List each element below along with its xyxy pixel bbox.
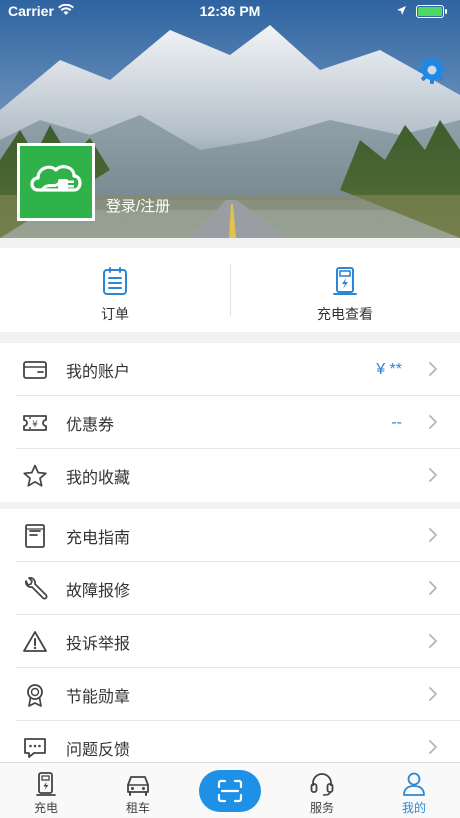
menu-row-charging-guide[interactable]: 充电指南 bbox=[0, 509, 460, 562]
tab-label: 租车 bbox=[125, 801, 150, 815]
menu-label: 充电指南 bbox=[66, 529, 131, 547]
menu-label: 优惠券 bbox=[66, 416, 115, 434]
service-menu-group: 充电指南 故障报修 投诉举报 节能勋章 问题反馈 bbox=[0, 509, 460, 774]
tab-car-rental[interactable]: 租车 bbox=[92, 763, 184, 818]
guide-book-icon bbox=[25, 524, 45, 548]
avatar[interactable] bbox=[17, 143, 95, 221]
charging-pile-icon bbox=[333, 267, 357, 295]
quick-actions: 订单 充电查看 bbox=[0, 248, 460, 332]
cloud-plug-logo-icon bbox=[30, 165, 82, 192]
tab-label: 服务 bbox=[309, 801, 334, 815]
status-bar: Carrier 12:36 PM bbox=[0, 0, 460, 24]
login-register-link[interactable]: 登录/注册 bbox=[106, 195, 170, 216]
charging-view-button[interactable]: 充电查看 bbox=[230, 248, 460, 332]
coupon-ticket-icon: ¥ bbox=[23, 415, 47, 431]
order-label: 订单 bbox=[101, 306, 129, 322]
medal-icon bbox=[27, 684, 43, 707]
tab-service[interactable]: 服务 bbox=[276, 763, 368, 818]
menu-row-favorites[interactable]: 我的收藏 bbox=[0, 449, 460, 502]
menu-label: 我的账户 bbox=[66, 363, 131, 381]
person-icon bbox=[403, 772, 425, 796]
chevron-right-icon bbox=[429, 362, 437, 376]
menu-row-my-account[interactable]: 我的账户 ¥ ** bbox=[0, 343, 460, 396]
tab-mine[interactable]: 我的 bbox=[368, 763, 460, 818]
clock: 12:36 PM bbox=[199, 3, 261, 19]
charger-icon bbox=[36, 772, 56, 796]
menu-label: 问题反馈 bbox=[66, 741, 131, 759]
menu-row-coupons[interactable]: ¥ 优惠券 -- bbox=[0, 396, 460, 449]
scan-button[interactable] bbox=[199, 770, 261, 812]
account-menu-group: 我的账户 ¥ ** ¥ 优惠券 -- 我的收藏 bbox=[0, 343, 460, 502]
charging-view-label: 充电查看 bbox=[317, 306, 373, 322]
battery-icon bbox=[416, 5, 444, 18]
svg-text:¥: ¥ bbox=[32, 420, 38, 430]
menu-row-complaint[interactable]: 投诉举报 bbox=[0, 615, 460, 668]
warning-triangle-icon bbox=[23, 631, 47, 652]
chevron-right-icon bbox=[429, 581, 437, 595]
wallet-card-icon bbox=[23, 361, 47, 379]
chevron-right-icon bbox=[429, 528, 437, 542]
account-balance-value: ¥ ** bbox=[376, 360, 402, 378]
chevron-right-icon bbox=[429, 740, 437, 754]
battery-tip bbox=[445, 9, 447, 14]
star-icon bbox=[23, 464, 47, 487]
wrench-icon bbox=[25, 577, 48, 600]
tab-charging[interactable]: 充电 bbox=[0, 763, 92, 818]
chevron-right-icon bbox=[429, 687, 437, 701]
menu-label: 投诉举报 bbox=[66, 635, 131, 653]
tab-label: 我的 bbox=[401, 801, 426, 815]
car-icon bbox=[127, 776, 149, 796]
chevron-right-icon bbox=[429, 468, 437, 482]
headset-icon bbox=[310, 773, 334, 796]
menu-label: 我的收藏 bbox=[66, 469, 131, 487]
scan-icon bbox=[217, 779, 243, 803]
order-button[interactable]: 订单 bbox=[0, 248, 230, 332]
menu-label: 故障报修 bbox=[66, 582, 131, 600]
menu-label: 节能勋章 bbox=[66, 688, 131, 706]
menu-row-fault-repair[interactable]: 故障报修 bbox=[0, 562, 460, 615]
coupon-count-value: -- bbox=[391, 413, 402, 431]
location-arrow-icon bbox=[397, 6, 406, 15]
feedback-chat-icon bbox=[24, 738, 46, 758]
chevron-right-icon bbox=[429, 634, 437, 648]
tab-label: 充电 bbox=[33, 801, 58, 815]
menu-row-energy-medal[interactable]: 节能勋章 bbox=[0, 668, 460, 721]
order-list-icon bbox=[103, 267, 127, 295]
settings-gear-icon[interactable] bbox=[416, 54, 448, 86]
profile-header: Carrier 12:36 PM 登录/注册 bbox=[0, 0, 460, 238]
chevron-right-icon bbox=[429, 415, 437, 429]
